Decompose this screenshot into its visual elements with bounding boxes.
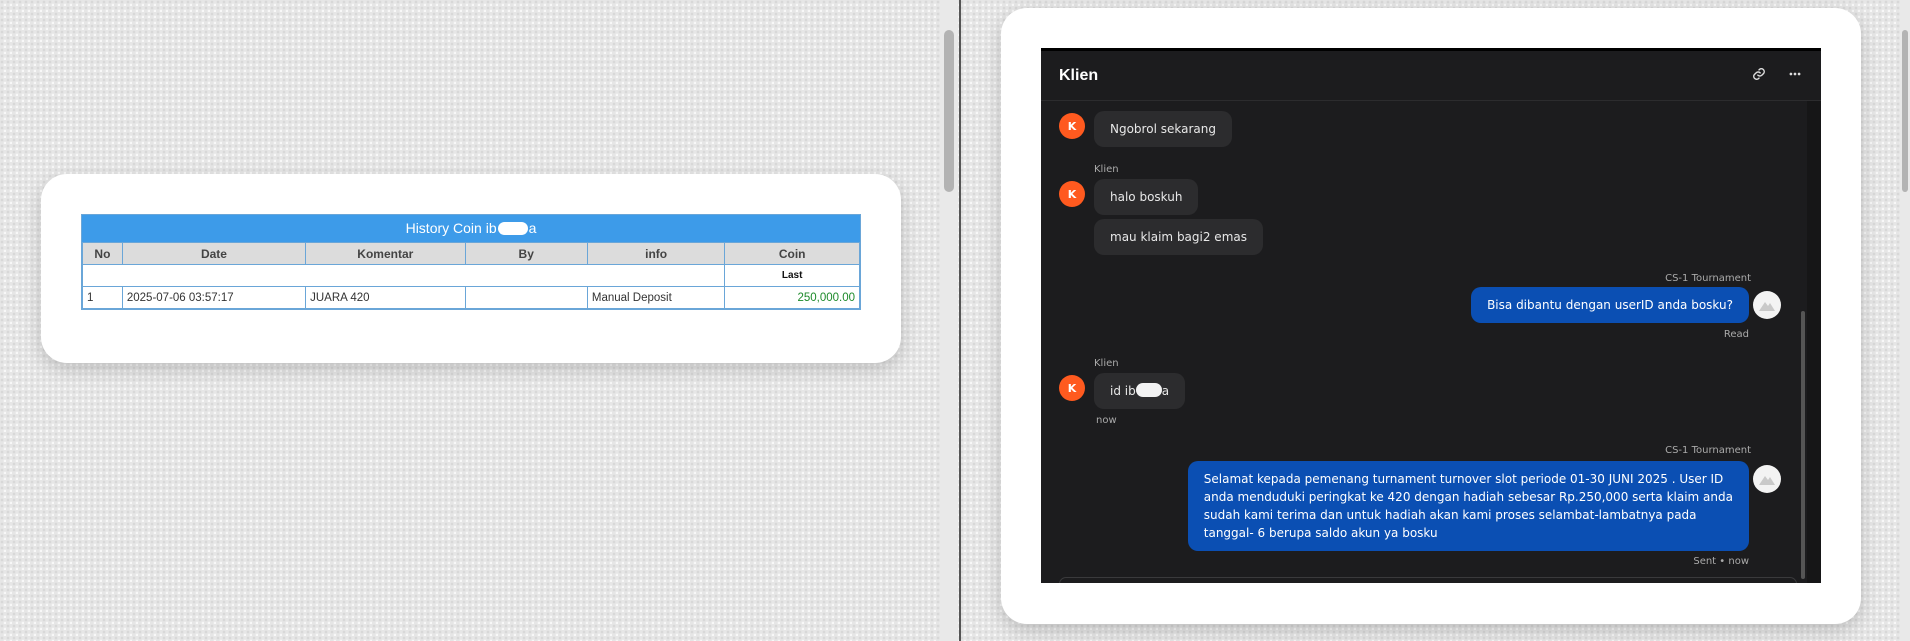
chat-card: Klien K Ngobrol sekarang Klien K halo bo…	[1001, 8, 1861, 624]
cell-date: 2025-07-06 03:57:17	[121, 286, 307, 309]
history-table: No Date Komentar By info Coin Last 1 202…	[81, 242, 860, 309]
avatar: K	[1059, 113, 1085, 139]
col-info: info	[586, 242, 726, 265]
redaction-mark	[497, 222, 528, 235]
message-bubble-outgoing: Bisa dibantu dengan userID anda bosku?	[1471, 287, 1749, 323]
message-bubble: id ib a	[1094, 373, 1186, 409]
sender-name: Klien	[1094, 358, 1119, 369]
col-no: No	[82, 242, 123, 265]
message-status: Read	[1723, 329, 1749, 340]
col-date: Date	[121, 242, 307, 265]
sender-name: CS-1 Tournament	[1665, 445, 1751, 456]
chat-header: Klien	[1041, 51, 1821, 101]
chat-side-strip	[1807, 101, 1821, 583]
history-card: History Coin ib a No Date Komentar By inf…	[41, 174, 901, 363]
left-scrollbar-thumb[interactable]	[944, 30, 954, 192]
pane-divider	[959, 0, 961, 641]
table-header-row: No Date Komentar By info Coin	[82, 242, 860, 265]
history-coin-panel: History Coin ib a No Date Komentar By inf…	[81, 214, 861, 310]
left-scrollbar[interactable]	[940, 0, 958, 641]
chat-title: Klien	[1059, 66, 1099, 84]
cell-info: Manual Deposit	[586, 286, 726, 309]
right-scrollbar-thumb[interactable]	[1902, 30, 1908, 192]
message-bubble-outgoing: Selamat kepada pemenang turnament turnov…	[1187, 461, 1749, 551]
message-status: Sent • now	[1693, 556, 1749, 567]
message-input[interactable]	[1059, 577, 1797, 583]
avatar: K	[1059, 181, 1085, 207]
agent-avatar-icon	[1753, 291, 1781, 319]
cell-no: 1	[82, 286, 123, 309]
last-label: Last	[724, 264, 860, 287]
more-icon[interactable]	[1787, 67, 1803, 85]
table-row: 1 2025-07-06 03:57:17 JUARA 420 Manual D…	[82, 286, 860, 309]
avatar: K	[1059, 375, 1085, 401]
message-status: now	[1096, 415, 1117, 426]
col-by: By	[464, 242, 588, 265]
cell-by	[464, 286, 588, 309]
chat-scrollbar[interactable]	[1801, 311, 1805, 579]
sender-name: Klien	[1094, 164, 1119, 175]
right-scrollbar[interactable]	[1900, 0, 1910, 641]
col-coin: Coin	[724, 242, 860, 265]
message-bubble: mau klaim bagi2 emas	[1094, 219, 1263, 255]
sender-name: CS-1 Tournament	[1665, 273, 1751, 284]
sub-header-row: Last	[81, 264, 860, 287]
cell-komentar: JUARA 420	[305, 286, 466, 309]
redaction-mark	[1135, 383, 1162, 397]
cell-coin: 250,000.00	[724, 286, 860, 309]
message-bubble: halo boskuh	[1094, 179, 1199, 215]
agent-avatar-icon	[1753, 465, 1781, 493]
link-icon[interactable]	[1751, 67, 1767, 85]
message-bubble: Ngobrol sekarang	[1094, 111, 1232, 147]
col-komentar: Komentar	[305, 242, 466, 265]
history-title: History Coin ib a	[82, 215, 860, 242]
chat-window: Klien K Ngobrol sekarang Klien K halo bo…	[1041, 48, 1821, 583]
